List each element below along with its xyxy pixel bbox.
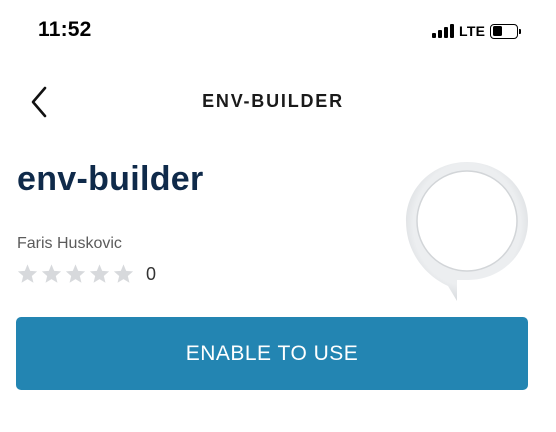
star-icon [113, 264, 134, 283]
enable-skill-button[interactable]: ENABLE TO USE [16, 317, 528, 390]
star-icon [17, 264, 38, 283]
star-icon [65, 264, 86, 283]
skill-detail-screen: 11:52 LTE ENV-BUILDER env-builder Faris … [0, 0, 556, 432]
star-icon [41, 264, 62, 283]
network-type: LTE [459, 23, 486, 39]
rating-count: 0 [146, 263, 157, 284]
rating-stars [16, 263, 135, 285]
skill-name: env-builder [17, 160, 204, 198]
page-title: ENV-BUILDER [202, 91, 344, 111]
skill-author: Faris Huskovic [17, 235, 122, 252]
skill-rating[interactable]: 0 [16, 263, 156, 285]
status-indicators: LTE [432, 21, 522, 41]
alexa-speech-bubble-icon [406, 162, 528, 301]
battery-icon [490, 23, 522, 39]
cellular-signal-icon [432, 24, 454, 38]
star-icon [89, 264, 110, 283]
status-time: 11:52 [38, 18, 92, 41]
